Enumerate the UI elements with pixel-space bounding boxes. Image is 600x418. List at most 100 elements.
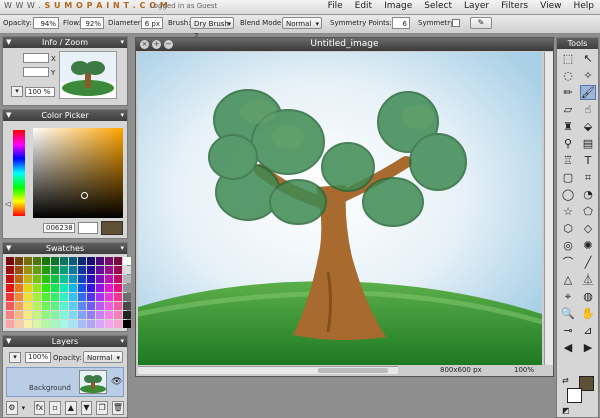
swatch-grid[interactable] xyxy=(6,257,131,330)
brush-preset-button[interactable]: ✎ xyxy=(470,17,492,29)
layer-row[interactable]: 👁 Background xyxy=(6,367,124,397)
swatch[interactable] xyxy=(24,320,32,328)
panel-menu-icon[interactable]: ▾ xyxy=(120,110,124,121)
swatch[interactable] xyxy=(24,275,32,283)
swatch[interactable] xyxy=(42,257,50,265)
symmetry-checkbox[interactable] xyxy=(452,19,460,27)
swatch[interactable] xyxy=(87,311,95,319)
swatch[interactable] xyxy=(114,293,122,301)
smudge-tool-icon[interactable]: ☝ xyxy=(580,102,596,117)
swatch[interactable] xyxy=(15,284,23,292)
horizontal-scrollbar[interactable] xyxy=(138,366,398,374)
swatch[interactable] xyxy=(114,284,122,292)
swatch[interactable] xyxy=(87,320,95,328)
minimize-window-icon[interactable]: − xyxy=(164,40,173,49)
swatch[interactable] xyxy=(33,275,41,283)
collapse-icon[interactable]: ▼ xyxy=(6,243,11,254)
swatch[interactable] xyxy=(6,320,14,328)
swatch[interactable] xyxy=(42,266,50,274)
menu-filters[interactable]: Filters xyxy=(501,1,528,11)
swatch[interactable] xyxy=(60,311,68,319)
text-tool-icon[interactable]: T xyxy=(580,153,596,168)
swap-colors-icon[interactable]: ⇄ xyxy=(562,376,569,385)
swatch[interactable] xyxy=(15,293,23,301)
swatch[interactable] xyxy=(6,266,14,274)
hand-tool-icon[interactable]: ✋ xyxy=(580,306,596,321)
swatch[interactable] xyxy=(78,320,86,328)
layers-header[interactable]: ▼ Layers ▾ xyxy=(3,336,127,347)
gradient-tool-icon[interactable]: ▤ xyxy=(580,136,596,151)
swatch[interactable] xyxy=(105,275,113,283)
warp-tool-icon[interactable]: ⌖ xyxy=(560,289,576,304)
swatch[interactable] xyxy=(78,311,86,319)
swatch[interactable] xyxy=(123,275,131,283)
swatches-header[interactable]: ▼ Swatches ▾ xyxy=(3,243,127,254)
brush-dropdown[interactable]: Dry Brush 2 xyxy=(190,17,234,40)
collapse-icon[interactable]: ▼ xyxy=(6,336,11,347)
ellipse-tool-icon[interactable]: ◯ xyxy=(560,187,576,202)
layer-settings-menu-icon[interactable]: ▾ xyxy=(22,404,30,412)
magic-wand-tool-icon[interactable]: ✧ xyxy=(580,68,596,83)
symmetry-points-field[interactable]: 6 xyxy=(392,17,410,29)
swatch[interactable] xyxy=(24,284,32,292)
saturation-value-field[interactable] xyxy=(33,128,123,218)
polygon-tool-icon[interactable]: ⬠ xyxy=(580,204,596,219)
bucket-tool-icon[interactable]: ⬙ xyxy=(580,119,596,134)
blend-mode-dropdown[interactable]: Normal xyxy=(282,17,322,30)
ring-tool-icon[interactable]: ◎ xyxy=(560,238,576,253)
swatch[interactable] xyxy=(123,257,131,265)
swatch[interactable] xyxy=(105,266,113,274)
swatch[interactable] xyxy=(42,311,50,319)
swatch[interactable] xyxy=(114,257,122,265)
swatch[interactable] xyxy=(24,311,32,319)
add-layer-icon[interactable]: ▫ xyxy=(49,401,61,415)
line-tool-icon[interactable]: ╱ xyxy=(580,255,596,270)
brush-tool-icon[interactable]: 🖌 xyxy=(580,85,596,100)
swatch[interactable] xyxy=(78,266,86,274)
swatch[interactable] xyxy=(114,320,122,328)
horizontal-scroll-thumb[interactable] xyxy=(318,368,388,373)
gear-shape-tool-icon[interactable]: ✺ xyxy=(580,238,596,253)
swatch[interactable] xyxy=(96,275,104,283)
swatch[interactable] xyxy=(69,257,77,265)
arrow-right-tool-icon[interactable]: ▶ xyxy=(580,340,596,355)
swatch[interactable] xyxy=(78,257,86,265)
move-tool-icon[interactable]: ↖ xyxy=(580,51,596,66)
crop-tool-icon[interactable]: ⌗ xyxy=(580,170,596,185)
swatch[interactable] xyxy=(33,257,41,265)
swatch[interactable] xyxy=(123,293,131,301)
swatch[interactable] xyxy=(24,257,32,265)
swatch[interactable] xyxy=(69,311,77,319)
swatch[interactable] xyxy=(51,293,59,301)
swatch[interactable] xyxy=(33,293,41,301)
diameter-field[interactable]: 6 px xyxy=(141,17,163,29)
opacity-field[interactable]: 94% xyxy=(33,17,59,29)
measure-tool-icon[interactable]: ⊿ xyxy=(580,323,596,338)
background-color-swatch[interactable] xyxy=(78,222,98,234)
swatch[interactable] xyxy=(60,257,68,265)
swatch[interactable] xyxy=(114,266,122,274)
flow-field[interactable]: 92% xyxy=(80,17,104,29)
curve-tool-icon[interactable]: ⌒ xyxy=(560,255,576,270)
layer-opacity-dropdown-icon[interactable]: ▾ xyxy=(9,352,21,363)
swatch[interactable] xyxy=(33,311,41,319)
panel-menu-icon[interactable]: ▾ xyxy=(120,336,124,347)
swatch[interactable] xyxy=(6,302,14,310)
duplicate-layer-icon[interactable]: ❐ xyxy=(96,401,108,415)
swatch[interactable] xyxy=(6,311,14,319)
swatch[interactable] xyxy=(69,302,77,310)
menu-select[interactable]: Select xyxy=(424,1,452,11)
swatch[interactable] xyxy=(60,302,68,310)
swatch[interactable] xyxy=(96,320,104,328)
hexagon-tool-icon[interactable]: ⬡ xyxy=(560,221,576,236)
swatch[interactable] xyxy=(60,284,68,292)
swatch[interactable] xyxy=(51,284,59,292)
zoom-field[interactable]: 100 % xyxy=(25,87,55,97)
menu-view[interactable]: View xyxy=(540,1,561,11)
swatch[interactable] xyxy=(114,275,122,283)
vertical-scrollbar[interactable] xyxy=(544,52,553,365)
swatch[interactable] xyxy=(51,275,59,283)
swatch[interactable] xyxy=(24,293,32,301)
swatch[interactable] xyxy=(78,284,86,292)
canvas-titlebar[interactable]: × + − Untitled_image xyxy=(136,38,553,51)
